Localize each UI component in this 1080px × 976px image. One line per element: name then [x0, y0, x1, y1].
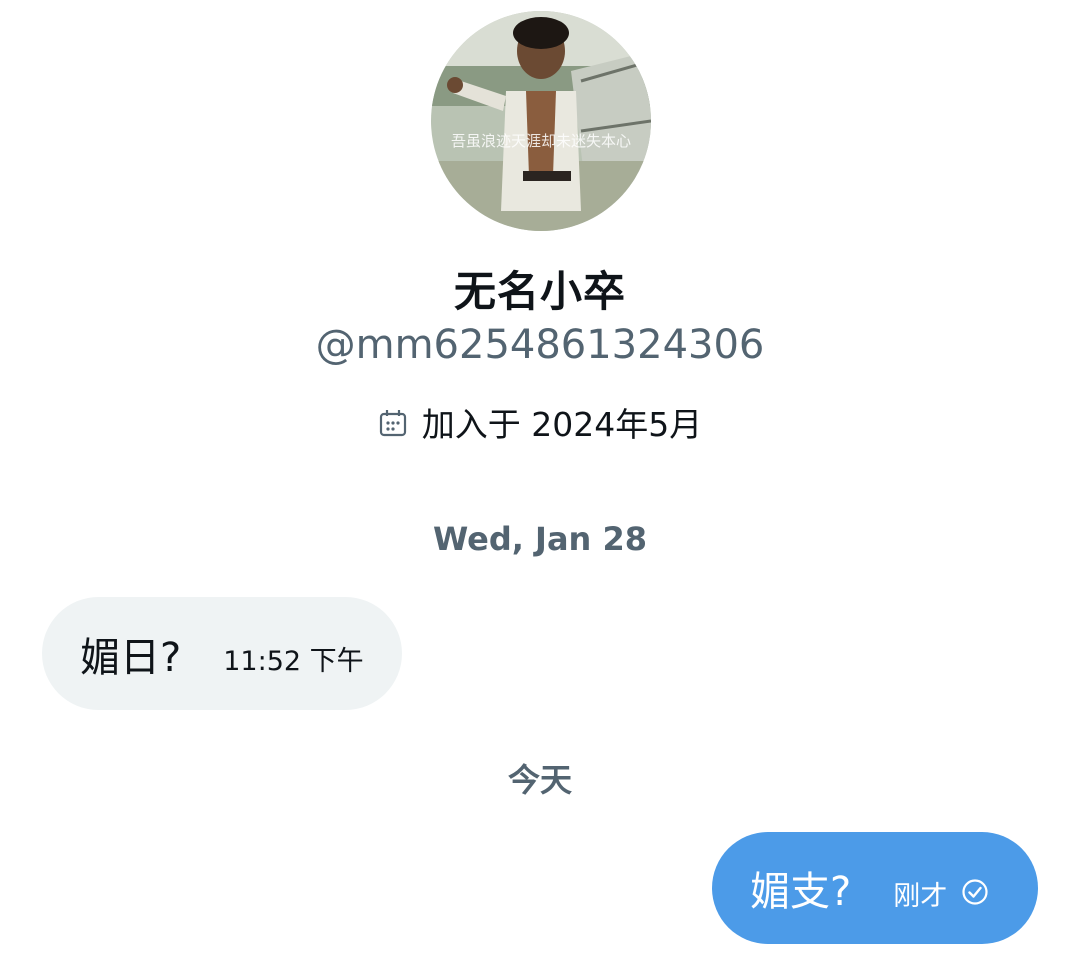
profile-handle[interactable]: @mm6254861324306 [0, 322, 1080, 368]
outgoing-message-time: 刚才 [893, 880, 948, 912]
profile-display-name: 无名小卒 [453, 267, 626, 316]
date-separator: Wed, Jan 28 [432, 520, 647, 558]
incoming-message-bubble[interactable]: 媚日? 11:52 下午 [42, 597, 402, 710]
profile-avatar[interactable]: 吾虽浪迹天涯却未迷失本心 [431, 11, 651, 231]
avatar-caption: 吾虽浪迹天涯却未迷失本心 [451, 132, 631, 150]
incoming-message-time: 11:52 下午 [223, 646, 364, 677]
incoming-message-text: 媚日? [80, 634, 182, 681]
dm-conversation-screen: 吾虽浪迹天涯却未迷失本心 无名小卒 @mm6254861324306 加入于 2… [0, 0, 1080, 976]
avatar-image: 吾虽浪迹天涯却未迷失本心 [431, 11, 651, 231]
sent-check-icon [961, 878, 989, 906]
calendar-icon [378, 407, 408, 437]
outgoing-message-text: 媚支? [750, 869, 852, 915]
date-separator-today: 今天 [507, 761, 572, 799]
outgoing-message-bubble[interactable]: 媚支? 刚才 [712, 832, 1038, 944]
profile-joined-date: 加入于 2024年5月 [0, 398, 1080, 446]
joined-date-text: 加入于 2024年5月 [421, 405, 703, 444]
